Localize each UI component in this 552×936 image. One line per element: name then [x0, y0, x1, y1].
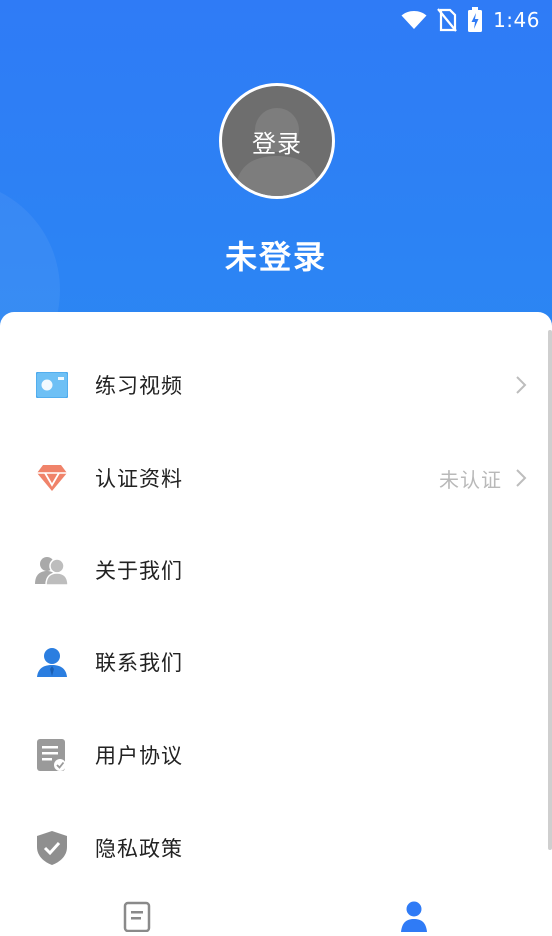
chevron-right-icon: [516, 376, 527, 394]
tab-profile[interactable]: [394, 900, 434, 936]
menu-item-practice-videos[interactable]: 练习视频: [0, 339, 552, 431]
video-card-icon: [34, 367, 70, 403]
menu-item-label: 联系我们: [95, 651, 183, 675]
menu-item-label: 用户协议: [95, 744, 183, 768]
bottom-tab-bar: [0, 890, 552, 933]
diamond-icon: [34, 460, 70, 496]
battery-charging-icon: [467, 7, 483, 33]
menu-item-about-us[interactable]: 关于我们: [0, 524, 552, 616]
username: 未登录: [224, 238, 327, 276]
person-icon: [401, 901, 427, 932]
chevron-right-icon: [516, 469, 527, 487]
certification-status: 未认证: [439, 467, 502, 492]
status-time: 1:46: [493, 8, 540, 32]
shield-check-icon: [34, 830, 70, 866]
login-label: 登录: [252, 129, 302, 158]
menu-item-label: 隐私政策: [95, 837, 183, 861]
scrollbar[interactable]: [548, 330, 552, 850]
document-check-icon: [34, 737, 70, 773]
menu-item-certification[interactable]: 认证资料 未认证: [0, 432, 552, 524]
document-list-icon: [123, 901, 151, 932]
menu-item-label: 练习视频: [95, 374, 183, 398]
tab-home[interactable]: [117, 900, 157, 936]
profile-header: 1:46 登录 未登录: [0, 0, 552, 340]
menu-item-user-agreement[interactable]: 用户协议: [0, 709, 552, 801]
menu-card: 练习视频 认证资料 未认证 关于我们 联系我们 用户协议 隐私政策: [0, 312, 552, 872]
menu-item-label: 认证资料: [95, 467, 183, 491]
no-sim-icon: [437, 8, 457, 32]
wifi-icon: [401, 10, 427, 30]
menu-item-contact-us[interactable]: 联系我们: [0, 616, 552, 708]
avatar-login-button[interactable]: 登录: [219, 83, 335, 199]
status-bar: 1:46: [401, 6, 540, 34]
users-icon: [34, 552, 70, 588]
menu-item-privacy-policy[interactable]: 隐私政策: [0, 802, 552, 894]
menu-item-label: 关于我们: [95, 559, 183, 583]
contact-person-icon: [34, 644, 70, 680]
